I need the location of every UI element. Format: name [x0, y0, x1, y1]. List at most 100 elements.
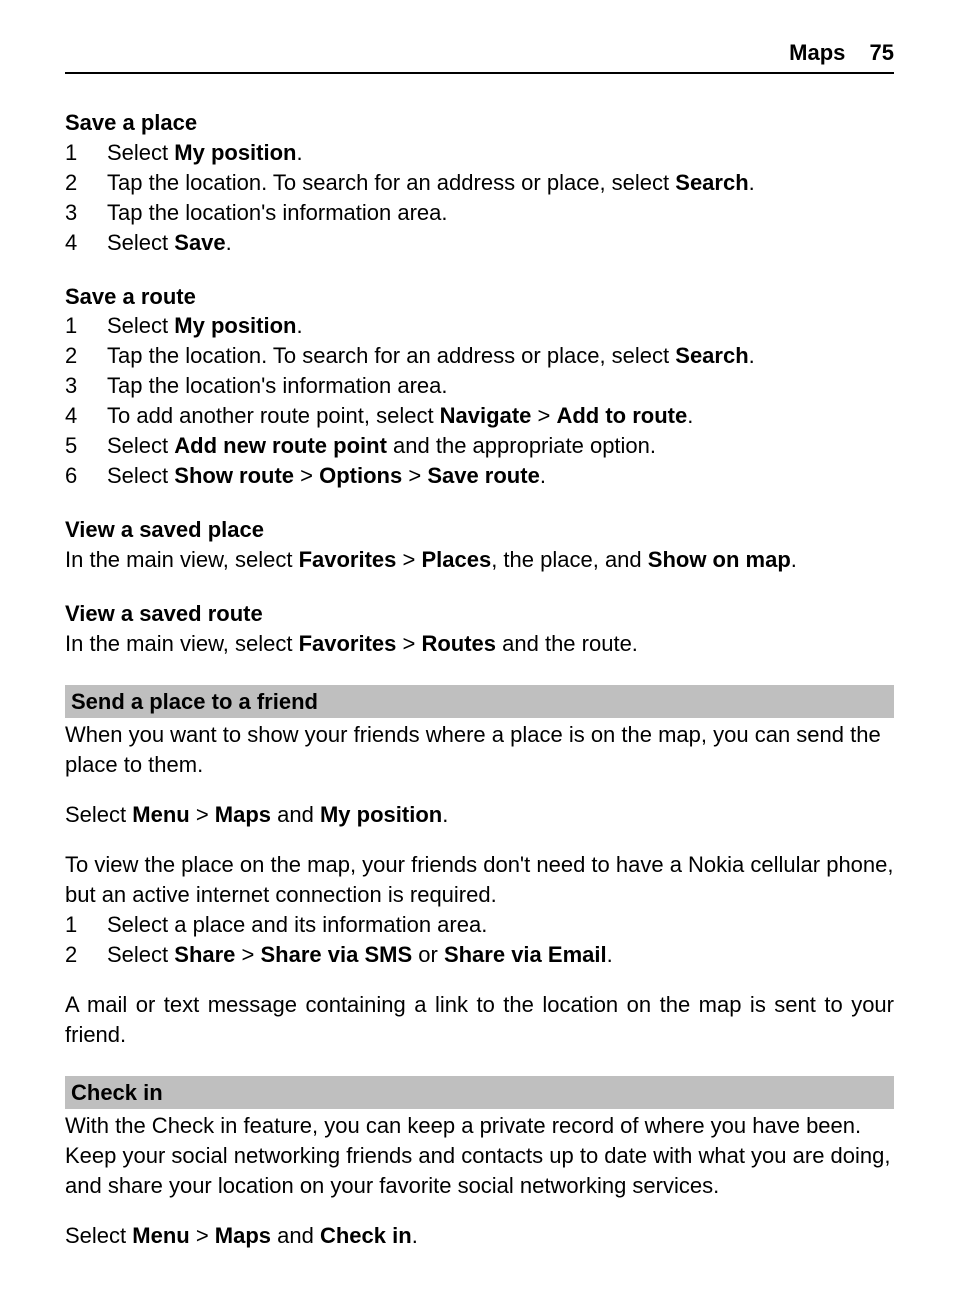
text: .: [540, 463, 546, 488]
bold: Save: [174, 230, 225, 255]
section-save-a-route: Save a route Select My position. Tap the…: [65, 282, 894, 491]
steps-list: Select a place and its information area.…: [65, 910, 894, 970]
paragraph: Select Menu > Maps and My position.: [65, 800, 894, 830]
text: and the route.: [496, 631, 638, 656]
page-number: 75: [870, 40, 894, 65]
text: Select: [107, 942, 174, 967]
bold: Menu: [132, 802, 189, 827]
text: >: [235, 942, 260, 967]
bold: Maps: [215, 1223, 271, 1248]
text: .: [607, 942, 613, 967]
section-title-send-friend: Send a place to a friend: [65, 685, 894, 719]
text: and the appropriate option.: [387, 433, 656, 458]
step: Tap the location's information area.: [65, 371, 894, 401]
text: .: [749, 343, 755, 368]
paragraph: When you want to show your friends where…: [65, 720, 894, 780]
bold: Check in: [320, 1223, 412, 1248]
text: Tap the location. To search for an addre…: [107, 170, 675, 195]
text: .: [749, 170, 755, 195]
section-title: Save a place: [65, 108, 894, 138]
text: Select a place and its information area.: [107, 912, 487, 937]
paragraph: In the main view, select Favorites > Pla…: [65, 545, 894, 575]
bold: Options: [319, 463, 402, 488]
section-title-check-in: Check in: [65, 1076, 894, 1110]
section-view-saved-route: View a saved route In the main view, sel…: [65, 599, 894, 659]
bold: Show route: [174, 463, 294, 488]
text: and: [271, 802, 320, 827]
text: .: [226, 230, 232, 255]
step: Tap the location. To search for an addre…: [65, 341, 894, 371]
bold: Maps: [215, 802, 271, 827]
text: To add another route point, select: [107, 403, 440, 428]
paragraph: A mail or text message containing a link…: [65, 990, 894, 1050]
text: , the place, and: [491, 547, 648, 572]
text: Select: [65, 802, 132, 827]
text: or: [412, 942, 444, 967]
bold: My position: [320, 802, 442, 827]
step: Select Add new route point and the appro…: [65, 431, 894, 461]
text: Select: [107, 230, 174, 255]
bold: Search: [675, 343, 748, 368]
paragraph: Select Menu > Maps and Check in.: [65, 1221, 894, 1251]
text: .: [296, 313, 302, 338]
text: Select: [107, 463, 174, 488]
text: In the main view, select: [65, 631, 299, 656]
text: Select: [107, 433, 174, 458]
text: >: [190, 802, 215, 827]
bold: Routes: [421, 631, 496, 656]
text: Select: [107, 140, 174, 165]
text: .: [296, 140, 302, 165]
section-title: View a saved place: [65, 515, 894, 545]
text: .: [412, 1223, 418, 1248]
section-view-saved-place: View a saved place In the main view, sel…: [65, 515, 894, 575]
text: Select: [107, 313, 174, 338]
header-title: Maps: [789, 40, 845, 65]
text: Tap the location's information area.: [107, 200, 448, 225]
steps-list: Select My position. Tap the location. To…: [65, 311, 894, 490]
bold: Add new route point: [174, 433, 387, 458]
paragraph: In the main view, select Favorites > Rou…: [65, 629, 894, 659]
bold: My position: [174, 313, 296, 338]
text: >: [396, 547, 421, 572]
bold: Add to route: [556, 403, 687, 428]
steps-list: Select My position. Tap the location. To…: [65, 138, 894, 258]
step: Select a place and its information area.: [65, 910, 894, 940]
text: >: [531, 403, 556, 428]
section-title: Save a route: [65, 282, 894, 312]
bold: Share via SMS: [261, 942, 413, 967]
text: >: [402, 463, 427, 488]
text: Select: [65, 1223, 132, 1248]
section-check-in: With the Check in feature, you can keep …: [65, 1111, 894, 1251]
bold: Favorites: [299, 547, 397, 572]
step: Select Show route > Options > Save route…: [65, 461, 894, 491]
step: To add another route point, select Navig…: [65, 401, 894, 431]
text: Tap the location. To search for an addre…: [107, 343, 675, 368]
paragraph: With the Check in feature, you can keep …: [65, 1111, 894, 1201]
manual-page: Maps 75 Save a place Select My position.…: [0, 0, 954, 1291]
bold: Share via Email: [444, 942, 607, 967]
text: In the main view, select: [65, 547, 299, 572]
step: Select My position.: [65, 311, 894, 341]
bold: Navigate: [440, 403, 532, 428]
text: >: [396, 631, 421, 656]
bold: Search: [675, 170, 748, 195]
paragraph: To view the place on the map, your frien…: [65, 850, 894, 910]
bold: Places: [421, 547, 491, 572]
text: and: [271, 1223, 320, 1248]
bold: Show on map: [648, 547, 791, 572]
text: .: [791, 547, 797, 572]
step: Tap the location's information area.: [65, 198, 894, 228]
text: >: [190, 1223, 215, 1248]
text: .: [687, 403, 693, 428]
bold: Favorites: [299, 631, 397, 656]
text: .: [442, 802, 448, 827]
step: Select Save.: [65, 228, 894, 258]
bold: Share: [174, 942, 235, 967]
section-title: View a saved route: [65, 599, 894, 629]
bold: Menu: [132, 1223, 189, 1248]
step: Select My position.: [65, 138, 894, 168]
section-send-friend: When you want to show your friends where…: [65, 720, 894, 1049]
text: Tap the location's information area.: [107, 373, 448, 398]
bold: Save route: [427, 463, 540, 488]
bold: My position: [174, 140, 296, 165]
